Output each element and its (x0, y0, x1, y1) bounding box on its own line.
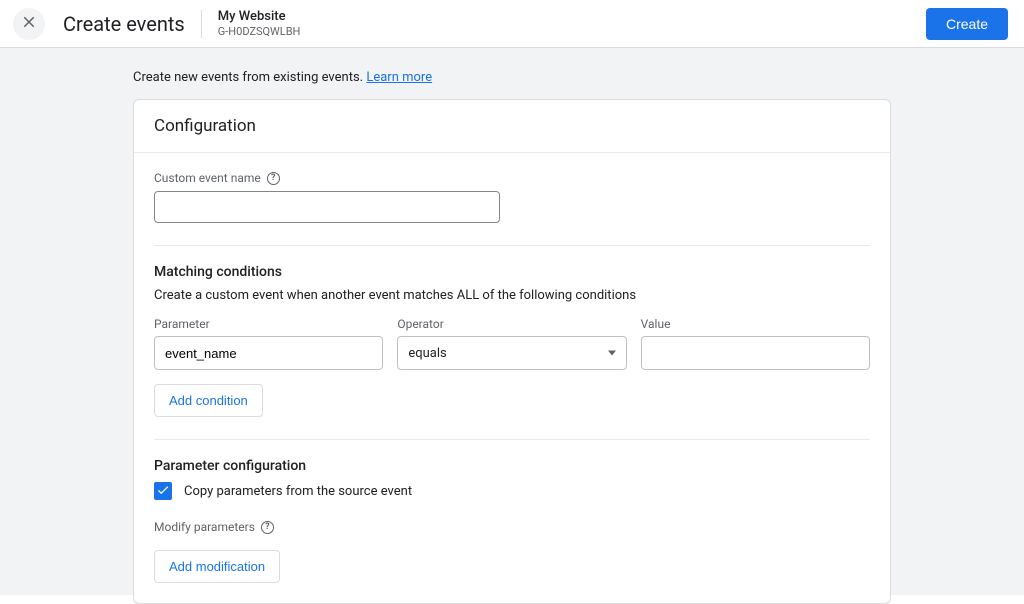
modify-parameters-label: Modify parameters ? (154, 520, 870, 534)
condition-row: Parameter Operator equals Value (154, 317, 870, 370)
close-button[interactable] (13, 8, 45, 40)
card-head: Configuration (134, 100, 890, 153)
copy-parameters-label: Copy parameters from the source event (184, 484, 412, 499)
operator-value: equals (408, 346, 446, 361)
divider (154, 439, 870, 440)
operator-select[interactable]: equals (397, 336, 626, 370)
add-modification-button[interactable]: Add modification (154, 550, 280, 583)
add-condition-button[interactable]: Add condition (154, 384, 263, 417)
website-name: My Website (218, 9, 301, 24)
help-icon[interactable]: ? (267, 172, 280, 185)
website-id: G-H0DZSQWLBH (218, 25, 301, 38)
matching-conditions-title: Matching conditions (154, 264, 870, 280)
intro-static: Create new events from existing events. (133, 70, 366, 85)
custom-event-name-input[interactable] (154, 191, 500, 223)
divider (154, 245, 870, 246)
header: Create events My Website G-H0DZSQWLBH Cr… (0, 0, 1024, 48)
chevron-down-icon (608, 351, 616, 356)
learn-more-link[interactable]: Learn more (366, 70, 432, 85)
matching-conditions-desc: Create a custom event when another event… (154, 288, 870, 303)
custom-event-name-label: Custom event name ? (154, 171, 870, 185)
value-input[interactable] (641, 336, 870, 370)
close-icon (20, 13, 38, 35)
help-icon[interactable]: ? (261, 521, 274, 534)
copy-parameters-checkbox[interactable] (154, 482, 172, 500)
divider (201, 10, 202, 38)
parameter-input[interactable] (154, 336, 383, 370)
card-title: Configuration (154, 116, 870, 136)
parameter-label: Parameter (154, 317, 383, 331)
page-title: Create events (63, 12, 185, 36)
intro-text: Create new events from existing events. … (133, 70, 891, 85)
workspace: Create new events from existing events. … (0, 48, 1024, 595)
website-block: My Website G-H0DZSQWLBH (218, 9, 301, 38)
config-card: Configuration Custom event name ? Matchi… (133, 99, 891, 604)
create-button[interactable]: Create (926, 8, 1008, 40)
parameter-configuration-title: Parameter configuration (154, 458, 870, 474)
operator-label: Operator (397, 317, 626, 331)
value-label: Value (641, 317, 870, 331)
checkmark-icon (156, 482, 170, 501)
